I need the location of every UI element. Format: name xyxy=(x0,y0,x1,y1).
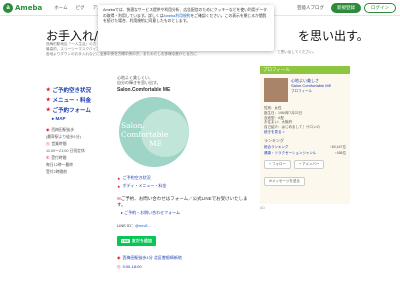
info-line: ◉ 西梅田駅徒歩 xyxy=(46,128,75,132)
header-actions: 芸能人ブログ 新規登録 ログイン xyxy=(297,3,396,13)
blog-description-line3: 各地よりダウンのお手入れなどに全身中央を方眼中央の方、またわたしお多様な受けとる… xyxy=(46,52,197,56)
star-icon: ★ xyxy=(46,97,51,103)
profile-name[interactable]: 心地よい美しさ Salon.Comfortable ME xyxy=(291,78,331,88)
celebrity-blog-link[interactable]: 芸能人ブログ xyxy=(297,5,324,11)
business-hours: ◷ 9:00-18:00 xyxy=(117,264,142,270)
contact-form-link[interactable]: ▸ ご予約・お問い合わせフォーム xyxy=(121,210,255,216)
line-id: LINE ID：@ecv8... xyxy=(117,223,151,229)
nav-pigg[interactable]: ピグ xyxy=(76,5,85,11)
pin-icon: ◉ xyxy=(117,255,121,261)
pin-icon: ◉ xyxy=(46,128,50,132)
ameba-logo[interactable]: a Ameba xyxy=(3,2,43,13)
ameba-logo-badge: a xyxy=(3,2,13,13)
menu-item-reservation[interactable]: ★ ご予約フォーム xyxy=(46,106,108,114)
link-availability[interactable]: ★ ご予約空き状況 xyxy=(117,175,255,181)
plus-icon: + xyxy=(299,162,302,167)
ranking-row[interactable]: 総合ランキング ↑80,447位 xyxy=(264,145,346,150)
info-line: 11:00〜21:00 日祝定休 xyxy=(46,149,85,153)
line-icon: LINE xyxy=(121,239,130,244)
link-body-menu[interactable]: ★ ボディ・メニュー・料金 xyxy=(117,183,255,189)
profile-actions: + フォロー + アメンバー xyxy=(264,159,346,169)
follow-button[interactable]: + フォロー xyxy=(264,159,292,169)
map-link[interactable]: ▸ MAP xyxy=(52,116,108,122)
blog-description-right: て思い出してください。 xyxy=(277,50,317,54)
salon-logo-text: Salon. Comfortable ME xyxy=(121,121,169,149)
menu-item-availability[interactable]: ★ ご予約空き状況 xyxy=(46,86,108,94)
cookie-consent-modal[interactable]: Amebaでは、快適なサービス提供や利用分析、広告配信のためにクッキーなどを使い… xyxy=(98,5,274,51)
ad-label: AD xyxy=(260,206,265,210)
left-sidebar: ★ ご予約空き状況 ★ メニュー・料金 ★ ご予約フォーム ▸ MAP ◉ 西梅田駅徒歩… xyxy=(46,86,108,177)
send-message-button[interactable]: ✉ メッセージを送る xyxy=(264,176,305,186)
nav-home[interactable]: ホーム xyxy=(54,5,67,11)
ameba-logo-text: Ameba xyxy=(15,3,43,12)
address[interactable]: ◉ 西梅田駅徒歩1分 北区曽根崎新地 xyxy=(117,255,255,261)
profile-info: 心地よい美しさ Salon.Comfortable ME プロフィール xyxy=(291,78,331,102)
profile-link[interactable]: プロフィール xyxy=(291,89,331,94)
salon-logo-image: Salon. Comfortable ME xyxy=(117,95,189,168)
phone-icon: ✆ xyxy=(46,156,50,160)
star-icon: ★ xyxy=(46,87,51,93)
ranking-title: ランキング xyxy=(264,137,284,143)
info-line: (最寄駅より徒歩1分) xyxy=(46,135,81,139)
contact-heading: ✉ご予約、お問い合わせはフォーム／公式LINEでお受けいたします。 xyxy=(117,196,248,208)
blog-title-right[interactable]: を思い出す。 xyxy=(298,27,369,44)
terms-link[interactable]: Ameba利用規約 xyxy=(163,14,190,18)
plus-icon: + xyxy=(269,162,272,167)
profile-body: 心地よい美しさ Salon.Comfortable ME プロフィール 性別：女性… xyxy=(260,74,350,204)
login-button[interactable]: ログイン xyxy=(364,3,396,13)
cookie-consent-text: Amebaでは、快適なサービス提供や利用分析、広告配信のためにクッキーなどを使い… xyxy=(103,8,267,24)
profile-sidebar: プロフィール 心地よい美しさ Salon.Comfortable ME プロフィー… xyxy=(260,66,350,204)
profile-top: 心地よい美しさ Salon.Comfortable ME プロフィール xyxy=(264,78,346,102)
info-line: ✆ 受付時間 xyxy=(46,156,67,160)
ranking-row[interactable]: 健康・リラクゼーションジャンル ↑458位 xyxy=(264,151,346,156)
register-button[interactable]: 新規登録 xyxy=(331,3,361,13)
profile-header: プロフィール xyxy=(260,66,350,74)
amember-button[interactable]: + アメンバー xyxy=(294,159,325,169)
info-line: 毎日12時〜最終 xyxy=(46,163,74,167)
clock-icon: ◷ xyxy=(46,142,50,146)
read-more-link[interactable]: 続きを見る > xyxy=(264,130,346,135)
star-icon: ★ xyxy=(117,183,121,189)
intro-line2: 自分の輝きを思い出す。 xyxy=(117,80,161,86)
star-icon: ★ xyxy=(46,107,51,113)
quick-links: ★ ご予約空き状況 ★ ボディ・メニュー・料金 xyxy=(117,175,255,189)
profile-meta: 性別：女性 誕生日：1984年7月22日 血液型：A型 お住まい：大阪府 自己紹… xyxy=(264,106,346,135)
info-line: 受付2時間前 xyxy=(46,170,68,174)
menu-item-price[interactable]: ★ メニュー・料金 xyxy=(46,96,108,104)
line-add-friend-button[interactable]: LINE 友だち追加 xyxy=(117,236,156,247)
avatar[interactable] xyxy=(264,78,288,102)
salon-name: Salon.Comfortable ME xyxy=(117,87,171,94)
info-line: ◷ 営業時間 xyxy=(46,142,67,146)
star-icon: ★ xyxy=(117,175,121,181)
clock-icon: ◷ xyxy=(117,264,121,270)
main-content: 心地よく美しくい、 自分の輝きを思い出す。 Salon.Comfortable … xyxy=(117,75,255,269)
